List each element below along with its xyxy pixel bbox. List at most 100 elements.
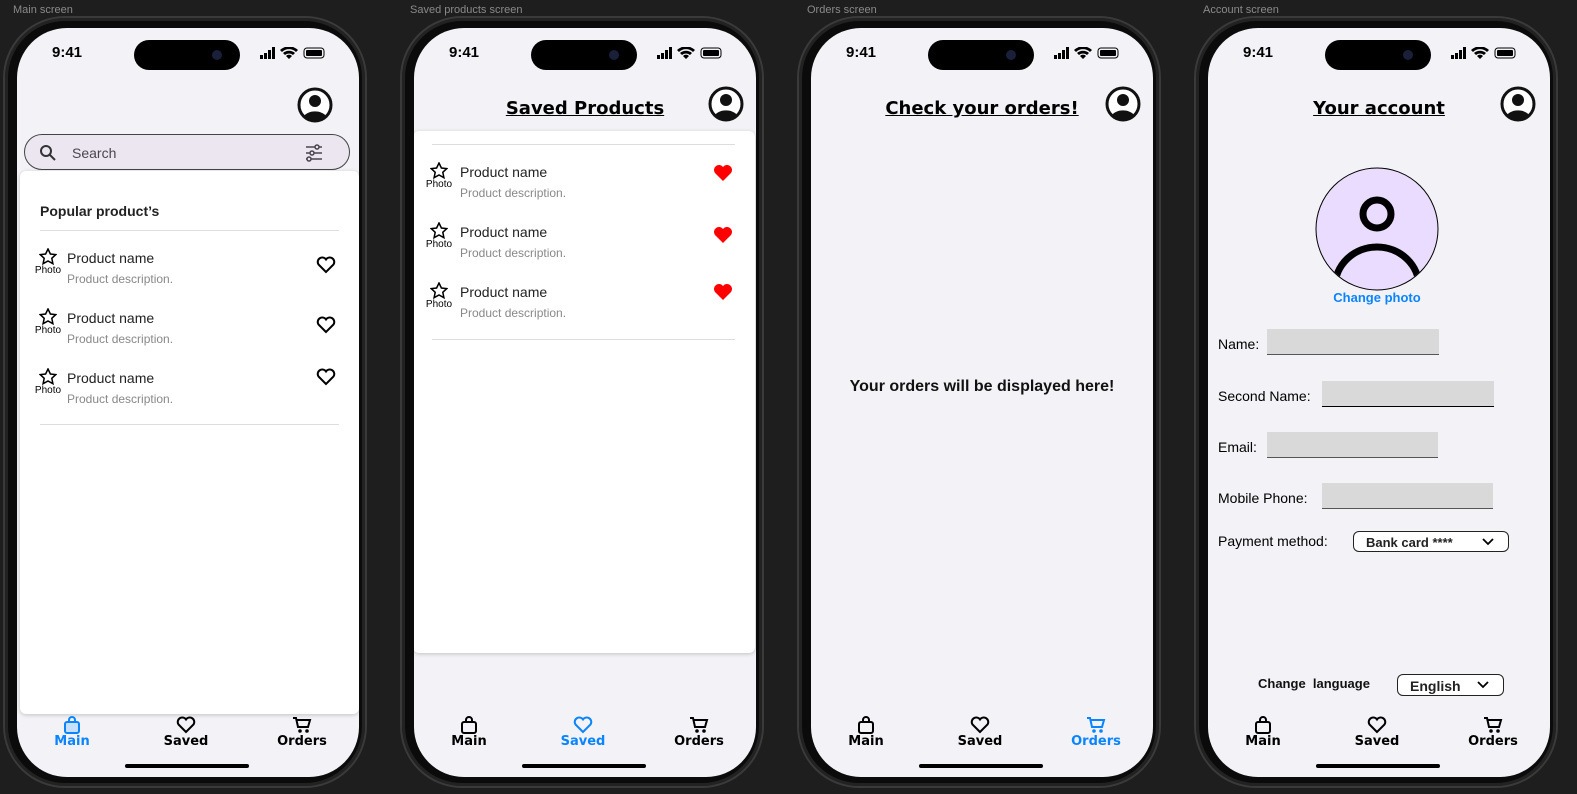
language-label: Change language: [1258, 676, 1370, 691]
product-name: Product name: [67, 310, 155, 326]
cart-icon: [293, 717, 312, 733]
tab-orders[interactable]: Orders: [1453, 716, 1533, 749]
cart-icon: [690, 717, 709, 733]
tab-saved[interactable]: Saved: [146, 716, 226, 749]
status-time: 9:41: [51, 44, 83, 61]
chevron-down-icon: [1482, 538, 1494, 546]
status-icons: [657, 47, 723, 59]
frame-label: Saved products screen: [410, 4, 523, 16]
tab-label: Main: [848, 734, 884, 749]
empty-orders-message: Your orders will be displayed here!: [849, 378, 1115, 395]
heart-outline-icon[interactable]: [316, 316, 336, 334]
tab-label: Orders: [277, 734, 327, 749]
home-indicator: [522, 764, 646, 768]
photo-label: Photo: [34, 385, 62, 396]
product-name: Product name: [460, 284, 548, 300]
product-item[interactable]: Photo Product name Product description.: [414, 282, 755, 332]
product-description: Product description.: [460, 306, 567, 320]
photo-label: Photo: [34, 265, 62, 276]
account-screen: 9:41 Your account Change photo Name: Sec…: [1208, 28, 1550, 777]
second-name-label: Second Name:: [1218, 388, 1311, 404]
divider: [40, 230, 339, 231]
tab-main[interactable]: Main: [429, 716, 509, 749]
page-title: Check your orders!: [885, 98, 1079, 119]
tab-orders[interactable]: Orders: [659, 716, 739, 749]
bag-icon: [64, 716, 80, 734]
second-name-field[interactable]: [1322, 381, 1494, 407]
phone-orders: 9:41 Check your orders! Your orders will…: [797, 16, 1161, 788]
star-icon: [430, 162, 448, 179]
cart-icon: [1484, 717, 1503, 733]
popular-products-card: Popular product’s Photo Product name Produ…: [20, 171, 359, 714]
heart-outline-icon[interactable]: [316, 368, 336, 386]
tab-main[interactable]: Main: [32, 716, 112, 749]
heart-icon: [970, 716, 990, 734]
tab-orders[interactable]: Orders: [262, 716, 342, 749]
page-title: Your account: [1313, 98, 1445, 119]
main-screen: 9:41 Search Popular product’s Photo Produ…: [17, 28, 359, 777]
photo-label: Photo: [425, 179, 453, 190]
product-item[interactable]: Photo Product name Product description.: [20, 308, 359, 358]
star-icon: [430, 222, 448, 239]
payment-value: Bank card ****: [1366, 535, 1453, 550]
payment-method-select[interactable]: Bank card ****: [1353, 531, 1509, 552]
email-field[interactable]: [1267, 432, 1438, 458]
search-input[interactable]: Search: [24, 134, 350, 170]
phone-field[interactable]: [1322, 483, 1493, 509]
tab-saved[interactable]: Saved: [1337, 716, 1417, 749]
tab-label: Main: [1245, 734, 1281, 749]
profile-icon[interactable]: [297, 87, 333, 123]
frame-label: Orders screen: [807, 4, 877, 16]
heart-filled-icon[interactable]: [713, 226, 733, 244]
product-name: Product name: [460, 164, 548, 180]
language-select[interactable]: English: [1397, 674, 1504, 696]
name-field[interactable]: [1267, 329, 1439, 355]
bag-icon: [461, 716, 477, 734]
change-photo-link[interactable]: Change photo: [1208, 290, 1546, 305]
product-description: Product description.: [67, 392, 174, 406]
language-value: English: [1410, 678, 1461, 694]
star-icon: [39, 368, 57, 385]
tab-main[interactable]: Main: [826, 716, 906, 749]
tab-saved[interactable]: Saved: [940, 716, 1020, 749]
product-item[interactable]: Photo Product name Product description.: [414, 162, 755, 212]
saved-products-card: Photo Product name Product description. Ph…: [414, 131, 755, 653]
tab-main[interactable]: Main: [1223, 716, 1303, 749]
heart-outline-icon[interactable]: [316, 256, 336, 274]
status-time: 9:41: [1242, 44, 1274, 61]
phone-saved: 9:41 Saved Products Photo Product name Pro…: [400, 16, 764, 788]
tab-saved[interactable]: Saved: [543, 716, 623, 749]
tab-label: Saved: [957, 734, 1003, 749]
filter-icon[interactable]: [305, 144, 323, 162]
name-label: Name:: [1218, 336, 1260, 352]
product-name: Product name: [67, 250, 155, 266]
divider: [40, 424, 339, 425]
tab-bar: Main Saved Orders: [414, 712, 756, 752]
star-icon: [39, 308, 57, 325]
heart-icon: [1367, 716, 1387, 734]
tab-label: Orders: [1071, 734, 1121, 749]
dynamic-island: [1325, 40, 1431, 70]
home-indicator: [1316, 764, 1440, 768]
tab-label: Saved: [1354, 734, 1400, 749]
tab-orders[interactable]: Orders: [1056, 716, 1136, 749]
product-name: Product name: [67, 370, 155, 386]
tab-label: Saved: [560, 734, 606, 749]
saved-screen: 9:41 Saved Products Photo Product name Pro…: [414, 28, 756, 777]
status-icons: [260, 47, 326, 59]
tab-label: Main: [451, 734, 487, 749]
heart-filled-icon[interactable]: [713, 283, 733, 301]
phone-account: 9:41 Your account Change photo Name: Sec…: [1194, 16, 1558, 788]
photo-label: Photo: [425, 239, 453, 250]
tab-label: Saved: [163, 734, 209, 749]
product-description: Product description.: [67, 332, 174, 346]
product-item[interactable]: Photo Product name Product description.: [20, 368, 359, 418]
heart-filled-icon[interactable]: [713, 164, 733, 182]
avatar-large[interactable]: [1315, 167, 1439, 291]
star-icon: [430, 282, 448, 299]
product-item[interactable]: Photo Product name Product description.: [20, 248, 359, 298]
tab-label: Orders: [674, 734, 724, 749]
product-name: Product name: [460, 224, 548, 240]
bag-icon: [858, 716, 874, 734]
product-item[interactable]: Photo Product name Product description.: [414, 222, 755, 272]
